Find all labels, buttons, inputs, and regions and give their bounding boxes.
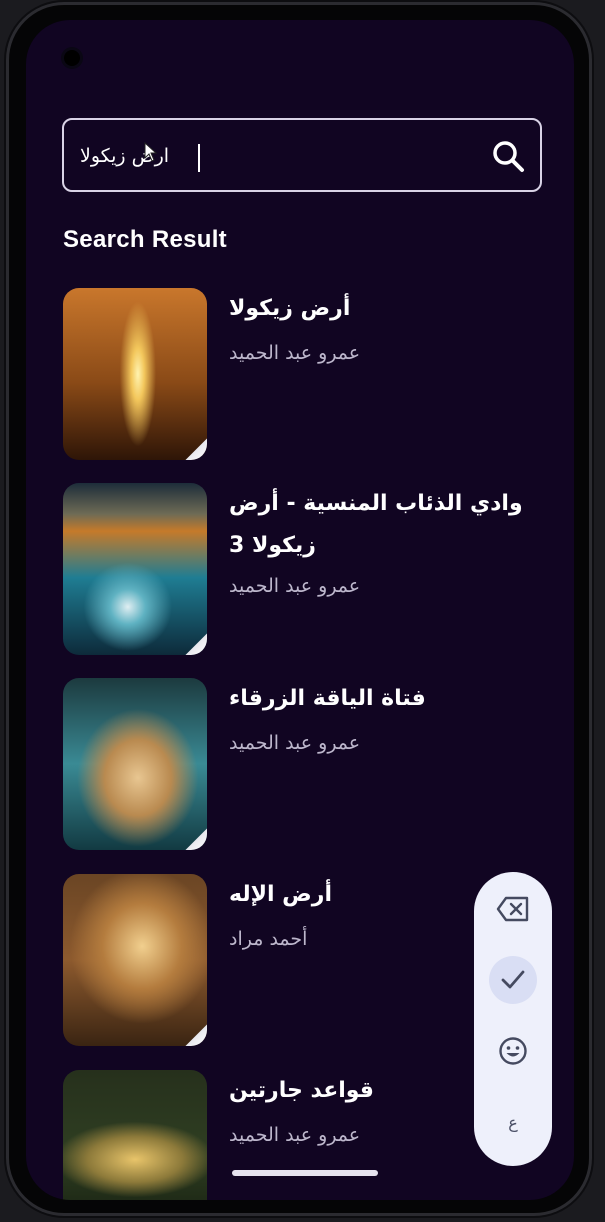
page-curl: [185, 828, 207, 850]
list-item[interactable]: وادي الذئاب المنسية - أرض زيكولا 3 عمرو …: [63, 483, 543, 655]
book-title: فتاة الياقة الزرقاء: [229, 686, 426, 711]
book-cover[interactable]: [63, 288, 207, 460]
phone-frame: Search Result أرض زيكولا عمرو عبد الحميد…: [6, 2, 592, 1216]
confirm-button[interactable]: [489, 956, 537, 1004]
page-curl: [185, 438, 207, 460]
emoji-button[interactable]: [489, 1027, 537, 1075]
book-cover[interactable]: [63, 483, 207, 655]
book-cover[interactable]: [63, 1070, 207, 1200]
book-title: وادي الذئاب المنسية - أرض زيكولا 3: [229, 491, 523, 558]
list-item[interactable]: قواعد جارتين عمرو عبد الحميد: [63, 1070, 543, 1200]
book-cover[interactable]: [63, 678, 207, 850]
list-item[interactable]: أرض زيكولا عمرو عبد الحميد: [63, 288, 543, 460]
book-author: عمرو عبد الحميد: [229, 732, 361, 754]
book-title: أرض زيكولا: [229, 296, 351, 321]
keyboard-tools-pill: ع: [474, 872, 552, 1166]
backspace-button[interactable]: [489, 885, 537, 933]
text-caret: [198, 144, 200, 172]
home-indicator[interactable]: [232, 1170, 378, 1176]
list-item[interactable]: فتاة الياقة الزرقاء عمرو عبد الحميد: [63, 678, 543, 850]
page-curl: [185, 1024, 207, 1046]
list-item[interactable]: أرض الإله أحمد مراد: [63, 874, 543, 1046]
search-bar[interactable]: [62, 118, 542, 192]
search-icon[interactable]: [490, 138, 526, 174]
language-icon: ع: [508, 1112, 518, 1132]
book-author: عمرو عبد الحميد: [229, 342, 361, 364]
app-screen: Search Result أرض زيكولا عمرو عبد الحميد…: [26, 20, 574, 1200]
language-button[interactable]: ع: [489, 1098, 537, 1146]
search-input[interactable]: [78, 138, 462, 174]
emoji-icon: [499, 1037, 527, 1065]
book-author: عمرو عبد الحميد: [229, 575, 361, 597]
book-cover[interactable]: [63, 874, 207, 1046]
front-camera: [64, 50, 80, 66]
backspace-icon: [496, 896, 529, 922]
search-result-heading: Search Result: [63, 226, 227, 253]
mouse-pointer-icon: [144, 142, 158, 162]
page-curl: [185, 633, 207, 655]
check-icon: [501, 970, 525, 989]
